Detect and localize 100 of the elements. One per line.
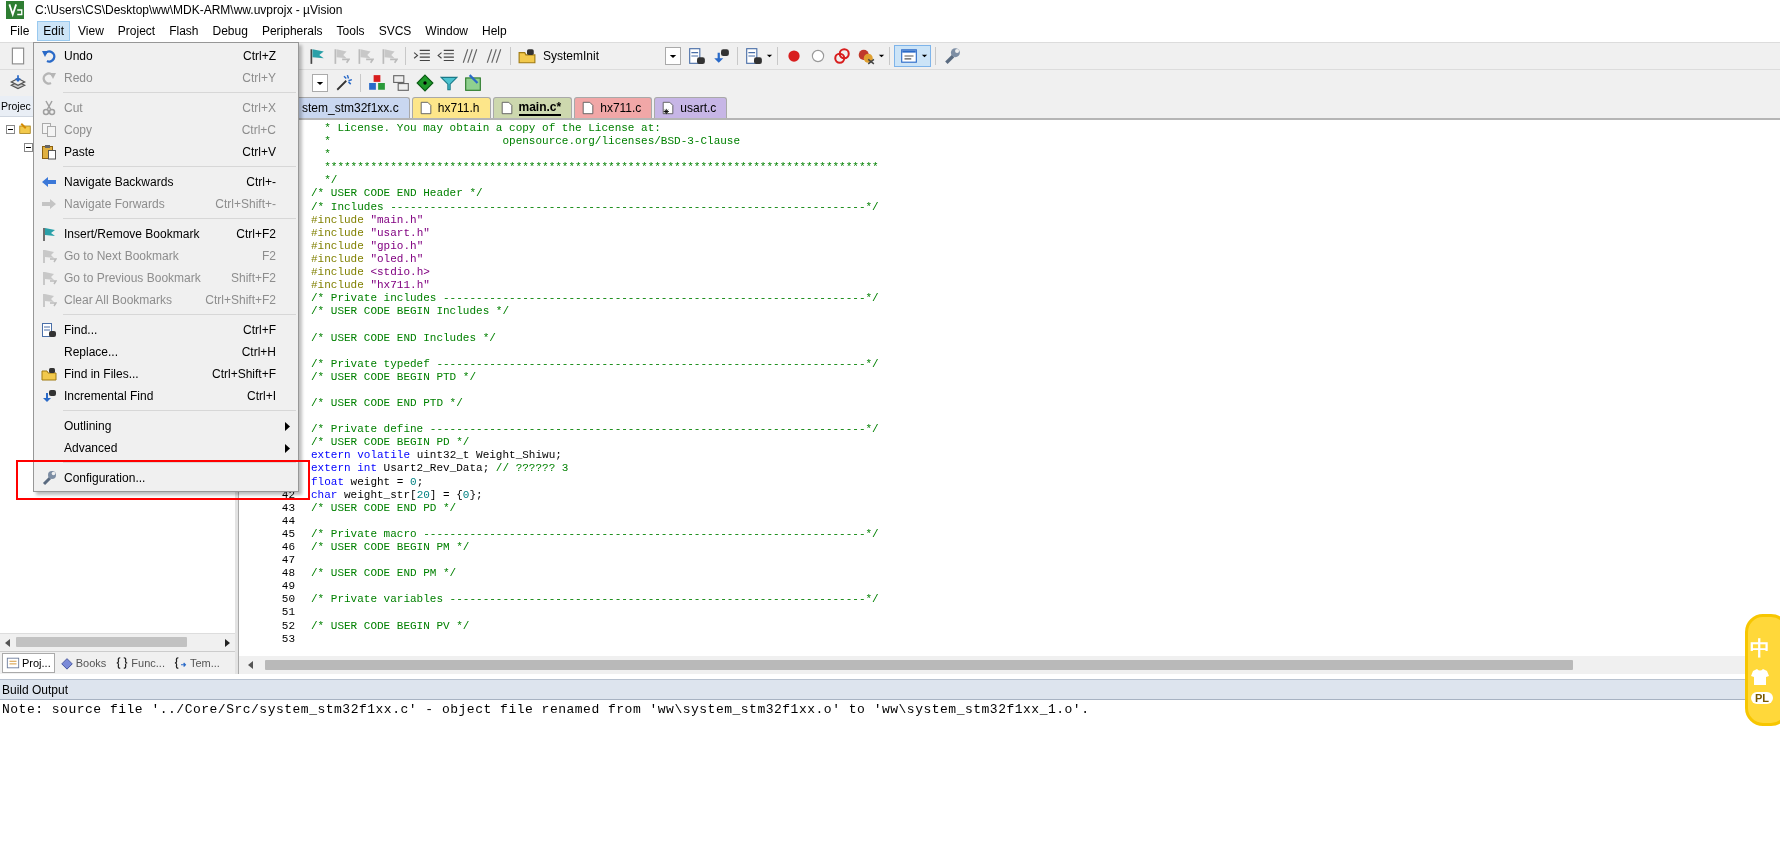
uncomment-icon[interactable] — [485, 47, 503, 65]
menu-item[interactable]: Navigate Backwards Ctrl+- — [34, 171, 298, 193]
menu-item[interactable]: Outlining — [34, 415, 298, 437]
menu-item[interactable]: Incremental Find Ctrl+I — [34, 385, 298, 407]
submenu-arrow-icon — [284, 421, 290, 431]
collapse-icon[interactable] — [24, 143, 33, 152]
menu-item[interactable]: Insert/Remove Bookmark Ctrl+F2 — [34, 223, 298, 245]
line-number: 51 — [281, 606, 295, 619]
menu-bar-item[interactable]: Tools — [330, 21, 371, 41]
dropdown-button[interactable] — [312, 74, 328, 92]
line-number: 45 — [281, 527, 295, 540]
input-method-widget[interactable]: 中 PL — [1745, 614, 1780, 726]
clear-breakpoints-icon[interactable] — [857, 47, 875, 65]
shirt-icon — [1750, 668, 1770, 686]
line-number: 52 — [281, 619, 295, 632]
breakpoint-icon[interactable] — [785, 47, 803, 65]
panel-tab[interactable]: Tem... — [169, 653, 224, 673]
load-icon[interactable] — [9, 74, 27, 92]
find-icon — [41, 322, 57, 338]
template-icon — [173, 656, 188, 670]
copy-icon — [41, 122, 57, 138]
magic-wand-icon[interactable] — [335, 74, 353, 92]
code-line: * License. You may obtain a copy of the License at: — [323, 122, 661, 134]
line-number: 44 — [281, 514, 295, 527]
caret-icon[interactable] — [878, 54, 885, 58]
bookmark-flag-icon[interactable] — [308, 47, 326, 65]
panel-tab[interactable]: Func... — [111, 653, 169, 673]
bookmark-flag-icon — [41, 270, 57, 286]
menu-bar-item[interactable]: Help — [476, 21, 513, 41]
panel-tab[interactable]: Proj... — [2, 653, 55, 673]
menu-item[interactable]: Find... Ctrl+F — [34, 319, 298, 341]
menu-bar-item[interactable]: View — [72, 21, 110, 41]
redo-icon — [41, 70, 57, 86]
braces-icon — [115, 656, 130, 670]
code-line: extern volatile uint32_t Weight_Shiwu; — [311, 449, 562, 462]
code-line: /* Private typedef -----------------------------------------------------------------*/ — [311, 357, 879, 370]
menu-item[interactable]: Undo Ctrl+Z — [34, 45, 298, 67]
debug-icon[interactable] — [745, 47, 763, 65]
code-line: */ — [323, 174, 338, 187]
menu-bar-item[interactable]: Debug — [206, 21, 254, 41]
file-icon — [661, 101, 676, 115]
file-tab[interactable]: hx711.h — [411, 97, 491, 118]
left-arrow-icon — [41, 174, 57, 190]
clipboard-icon — [41, 144, 57, 160]
function-dropdown-value[interactable]: SystemInit — [543, 49, 661, 63]
file-tab[interactable]: main.c* — [492, 97, 573, 118]
code-line: /* USER CODE BEGIN PD */ — [311, 436, 470, 449]
menu-bar-item[interactable]: Window — [419, 21, 474, 41]
menu-bar-item[interactable]: Flash — [163, 21, 205, 41]
circle-icon[interactable] — [809, 47, 827, 65]
menu-item[interactable]: Configuration... — [34, 467, 298, 489]
settings-icon[interactable] — [943, 47, 961, 65]
window-title: C:\Users\CS\Desktop\ww\MDK-ARM\ww.uvprojx - µVision — [35, 3, 343, 17]
funnel-icon[interactable] — [440, 74, 458, 92]
menu-bar-item[interactable]: File — [4, 21, 36, 41]
diamond-icon[interactable] — [416, 74, 434, 92]
caret-icon[interactable] — [766, 54, 773, 58]
code-line: #include <stdio.h> — [311, 266, 430, 279]
line-number: 43 — [281, 501, 295, 514]
menu-item[interactable]: Find in Files... Ctrl+Shift+F — [34, 363, 298, 385]
binoculars-icon[interactable] — [712, 47, 730, 65]
caret-icon — [921, 54, 928, 58]
code-line: #include "oled.h" — [311, 252, 424, 265]
rings-icon[interactable] — [833, 47, 851, 65]
scrollbar-thumb[interactable] — [16, 637, 187, 647]
menu-bar-item[interactable]: SVCS — [372, 21, 418, 41]
menu-bar-item[interactable]: Edit — [37, 21, 71, 41]
file-icon — [418, 101, 433, 115]
new-file-icon[interactable] — [9, 47, 27, 65]
scrollbar-thumb[interactable] — [265, 660, 1574, 670]
blocks-icon[interactable] — [368, 74, 386, 92]
panel-tab[interactable]: Books — [55, 653, 111, 673]
code-line: /* Private variables ---------------------------------------------------------------*/ — [311, 593, 879, 606]
menu-bar-item[interactable]: Project — [111, 21, 162, 41]
window-layout-button[interactable] — [894, 45, 931, 67]
file-icon — [499, 101, 514, 115]
code-line: ************************************************************************************ — [323, 161, 879, 174]
collapse-icon[interactable] — [6, 124, 15, 134]
menu-bar-item[interactable]: Peripherals — [255, 21, 329, 41]
code-line: /* Private includes ----------------------------------------------------------------*/ — [311, 292, 879, 305]
grid-icon[interactable] — [464, 74, 482, 92]
dropdown-button[interactable] — [665, 47, 681, 65]
code-line: extern int Usart2_Rev_Data; // ?????? 3 — [311, 462, 569, 475]
file-icon — [581, 101, 596, 115]
code-line: /* Private define ------------------------------------------------------------------*/ — [311, 423, 879, 436]
comment-icon[interactable] — [461, 47, 479, 65]
stack-icon[interactable] — [392, 74, 410, 92]
code-line: /* USER CODE END PM */ — [311, 567, 457, 580]
code-line: #include "gpio.h" — [311, 239, 424, 252]
file-tab[interactable]: usart.c — [654, 97, 728, 118]
find-in-files-icon[interactable] — [518, 47, 536, 65]
find-icon[interactable] — [688, 47, 706, 65]
menu-item[interactable]: Paste Ctrl+V — [34, 141, 298, 163]
code-line: char weight_str[20] = {0}; — [311, 488, 483, 501]
file-tab[interactable]: hx711.c — [574, 97, 653, 118]
line-number: 47 — [281, 554, 295, 567]
undo-icon — [41, 48, 57, 64]
output-line: Note: source file '../Core/Src/system_stm32f1xx.c' - object file renamed from 'ww\system_stm32f1xx.o' to 'ww\system_stm32f1xx_1.o'. — [2, 702, 1091, 717]
menu-item[interactable]: Advanced — [34, 437, 298, 459]
menu-item[interactable]: Replace... Ctrl+H — [34, 341, 298, 363]
